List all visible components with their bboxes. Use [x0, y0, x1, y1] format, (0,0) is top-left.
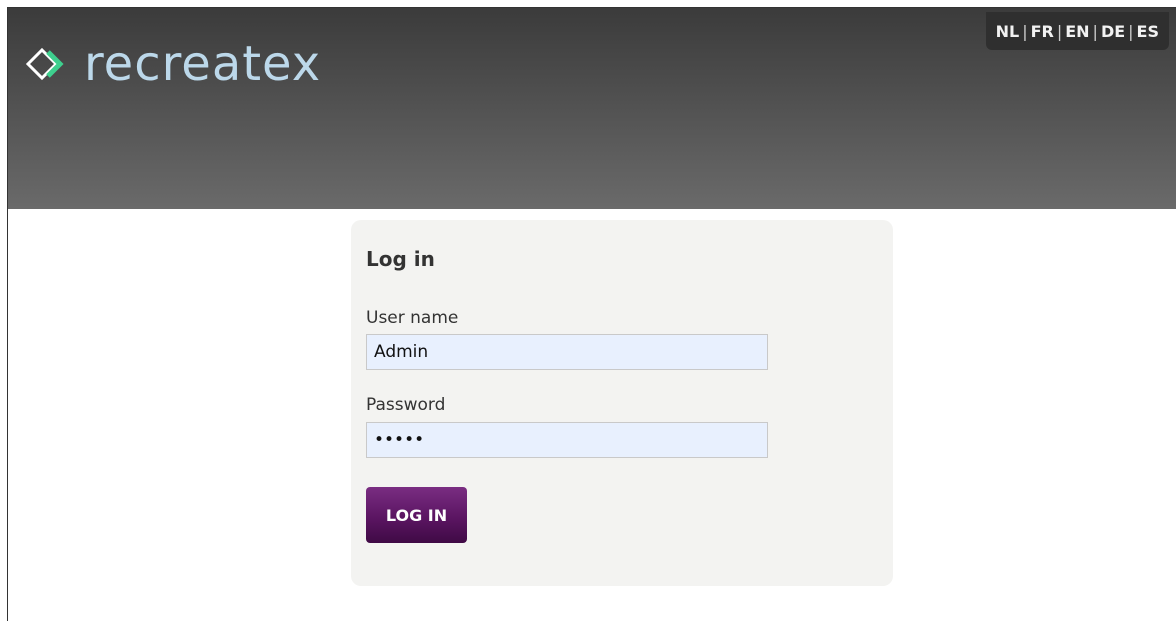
password-input[interactable]	[366, 422, 768, 458]
language-separator: |	[1056, 21, 1063, 41]
language-link-en[interactable]: EN	[1065, 22, 1089, 41]
language-separator: |	[1128, 21, 1134, 41]
header-banner: recreatex NL | FR | EN | DE | ES	[8, 8, 1176, 209]
language-separator: |	[1092, 21, 1098, 41]
language-link-de[interactable]: DE	[1101, 22, 1125, 41]
page-frame: recreatex NL | FR | EN | DE | ES Log in …	[7, 7, 1176, 621]
language-switcher: NL | FR | EN | DE | ES	[985, 12, 1169, 50]
language-link-nl[interactable]: NL	[996, 22, 1020, 41]
language-separator: |	[1022, 21, 1028, 41]
password-label: Password	[366, 395, 446, 415]
language-link-es[interactable]: ES	[1137, 22, 1159, 41]
brand-logo[interactable]: recreatex	[26, 34, 321, 94]
language-link-fr[interactable]: FR	[1031, 22, 1054, 41]
brand-name: recreatex	[84, 36, 322, 92]
login-panel: Log in User name Password LOG IN	[351, 220, 893, 586]
login-button[interactable]: LOG IN	[366, 487, 467, 543]
diamond-chevron-logo-icon	[26, 47, 64, 81]
username-label: User name	[366, 308, 459, 328]
login-title: Log in	[366, 247, 435, 271]
username-input[interactable]	[366, 334, 768, 370]
